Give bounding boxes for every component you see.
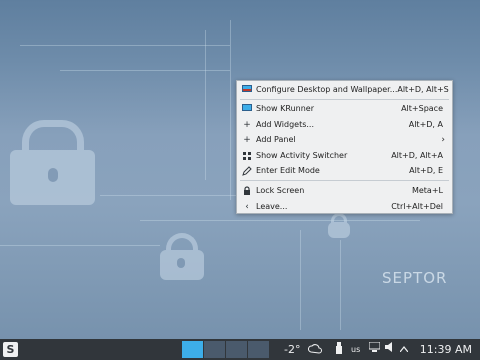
menu-item-configure-desktop[interactable]: Configure Desktop and Wallpaper... Alt+D… xyxy=(238,82,451,97)
configure-desktop-icon xyxy=(242,85,252,95)
circuit-line xyxy=(230,20,231,200)
virtual-desktop-3[interactable] xyxy=(226,341,247,358)
volume-icon[interactable] xyxy=(385,342,395,357)
menu-item-leave[interactable]: ‹ Leave... Ctrl+Alt+Del xyxy=(238,199,451,214)
menu-separator xyxy=(240,99,449,100)
activities-icon xyxy=(242,151,252,161)
septor-brand-text: SEPTOR xyxy=(382,269,448,287)
keyhole xyxy=(48,168,58,182)
weather-temperature[interactable]: -2° xyxy=(284,342,300,357)
circuit-line xyxy=(20,45,230,46)
padlock-shackle xyxy=(166,233,198,255)
menu-item-label: Show Activity Switcher xyxy=(256,151,348,160)
bottom-panel: S -2° us 11:39 AM xyxy=(0,339,480,360)
menu-item-shortcut: Alt+D, A xyxy=(408,120,443,129)
krunner-icon xyxy=(242,104,252,114)
menu-separator xyxy=(240,180,449,181)
virtual-desktop-1[interactable] xyxy=(182,341,203,358)
menu-item-label: Add Widgets... xyxy=(256,120,314,129)
menu-item-label: Show KRunner xyxy=(256,104,314,113)
menu-item-label: Enter Edit Mode xyxy=(256,166,320,175)
usb-device-icon[interactable] xyxy=(335,342,343,359)
menu-item-lock-screen[interactable]: Lock Screen Meta+L xyxy=(238,183,451,198)
virtual-desktop-4[interactable] xyxy=(248,341,269,358)
menu-item-shortcut: Ctrl+Alt+Del xyxy=(391,202,443,211)
padlock-graphic xyxy=(328,213,350,238)
menu-item-label: Lock Screen xyxy=(256,186,305,195)
weather-icon[interactable] xyxy=(307,342,323,361)
padlock-shackle xyxy=(22,120,84,157)
menu-item-shortcut: Alt+D, Alt+A xyxy=(391,151,443,160)
padlock-shackle xyxy=(331,213,347,225)
desktop-context-menu: Configure Desktop and Wallpaper... Alt+D… xyxy=(236,80,453,214)
menu-item-activity-switcher[interactable]: Show Activity Switcher Alt+D, Alt+A xyxy=(238,148,451,163)
circuit-line xyxy=(340,240,341,330)
pencil-icon xyxy=(242,165,252,176)
menu-item-edit-mode[interactable]: Enter Edit Mode Alt+D, E xyxy=(238,163,451,178)
circuit-line xyxy=(300,230,301,330)
chevron-left-icon: ‹ xyxy=(245,201,249,212)
menu-item-add-panel[interactable]: + Add Panel › xyxy=(238,132,451,147)
menu-item-shortcut: Alt+Space xyxy=(401,104,443,113)
keyboard-layout-indicator[interactable]: us xyxy=(351,342,360,357)
padlock-graphic xyxy=(10,120,95,205)
menu-item-shortcut: Alt+D, Alt+S xyxy=(397,85,449,94)
circuit-line xyxy=(205,30,206,180)
plus-icon: + xyxy=(243,134,251,145)
network-icon[interactable] xyxy=(368,341,380,357)
menu-item-add-widgets[interactable]: + Add Widgets... Alt+D, A xyxy=(238,117,451,132)
application-launcher-button[interactable]: S xyxy=(3,342,18,357)
menu-item-shortcut: Alt+D, E xyxy=(409,166,443,175)
plus-icon: + xyxy=(243,119,251,130)
virtual-desktop-2[interactable] xyxy=(204,341,225,358)
chevron-right-icon: › xyxy=(441,134,445,145)
digital-clock[interactable]: 11:39 AM xyxy=(420,342,472,357)
menu-item-label: Add Panel xyxy=(256,135,296,144)
circuit-line xyxy=(0,245,160,246)
padlock-graphic xyxy=(160,233,204,280)
menu-item-show-krunner[interactable]: Show KRunner Alt+Space xyxy=(238,101,451,116)
lock-icon xyxy=(242,185,252,196)
menu-item-label: Leave... xyxy=(256,202,288,211)
expand-tray-icon[interactable] xyxy=(399,342,409,357)
menu-item-shortcut: Meta+L xyxy=(411,186,443,195)
keyhole xyxy=(177,258,185,268)
menu-item-label: Configure Desktop and Wallpaper... xyxy=(256,85,398,94)
circuit-line xyxy=(140,220,420,221)
